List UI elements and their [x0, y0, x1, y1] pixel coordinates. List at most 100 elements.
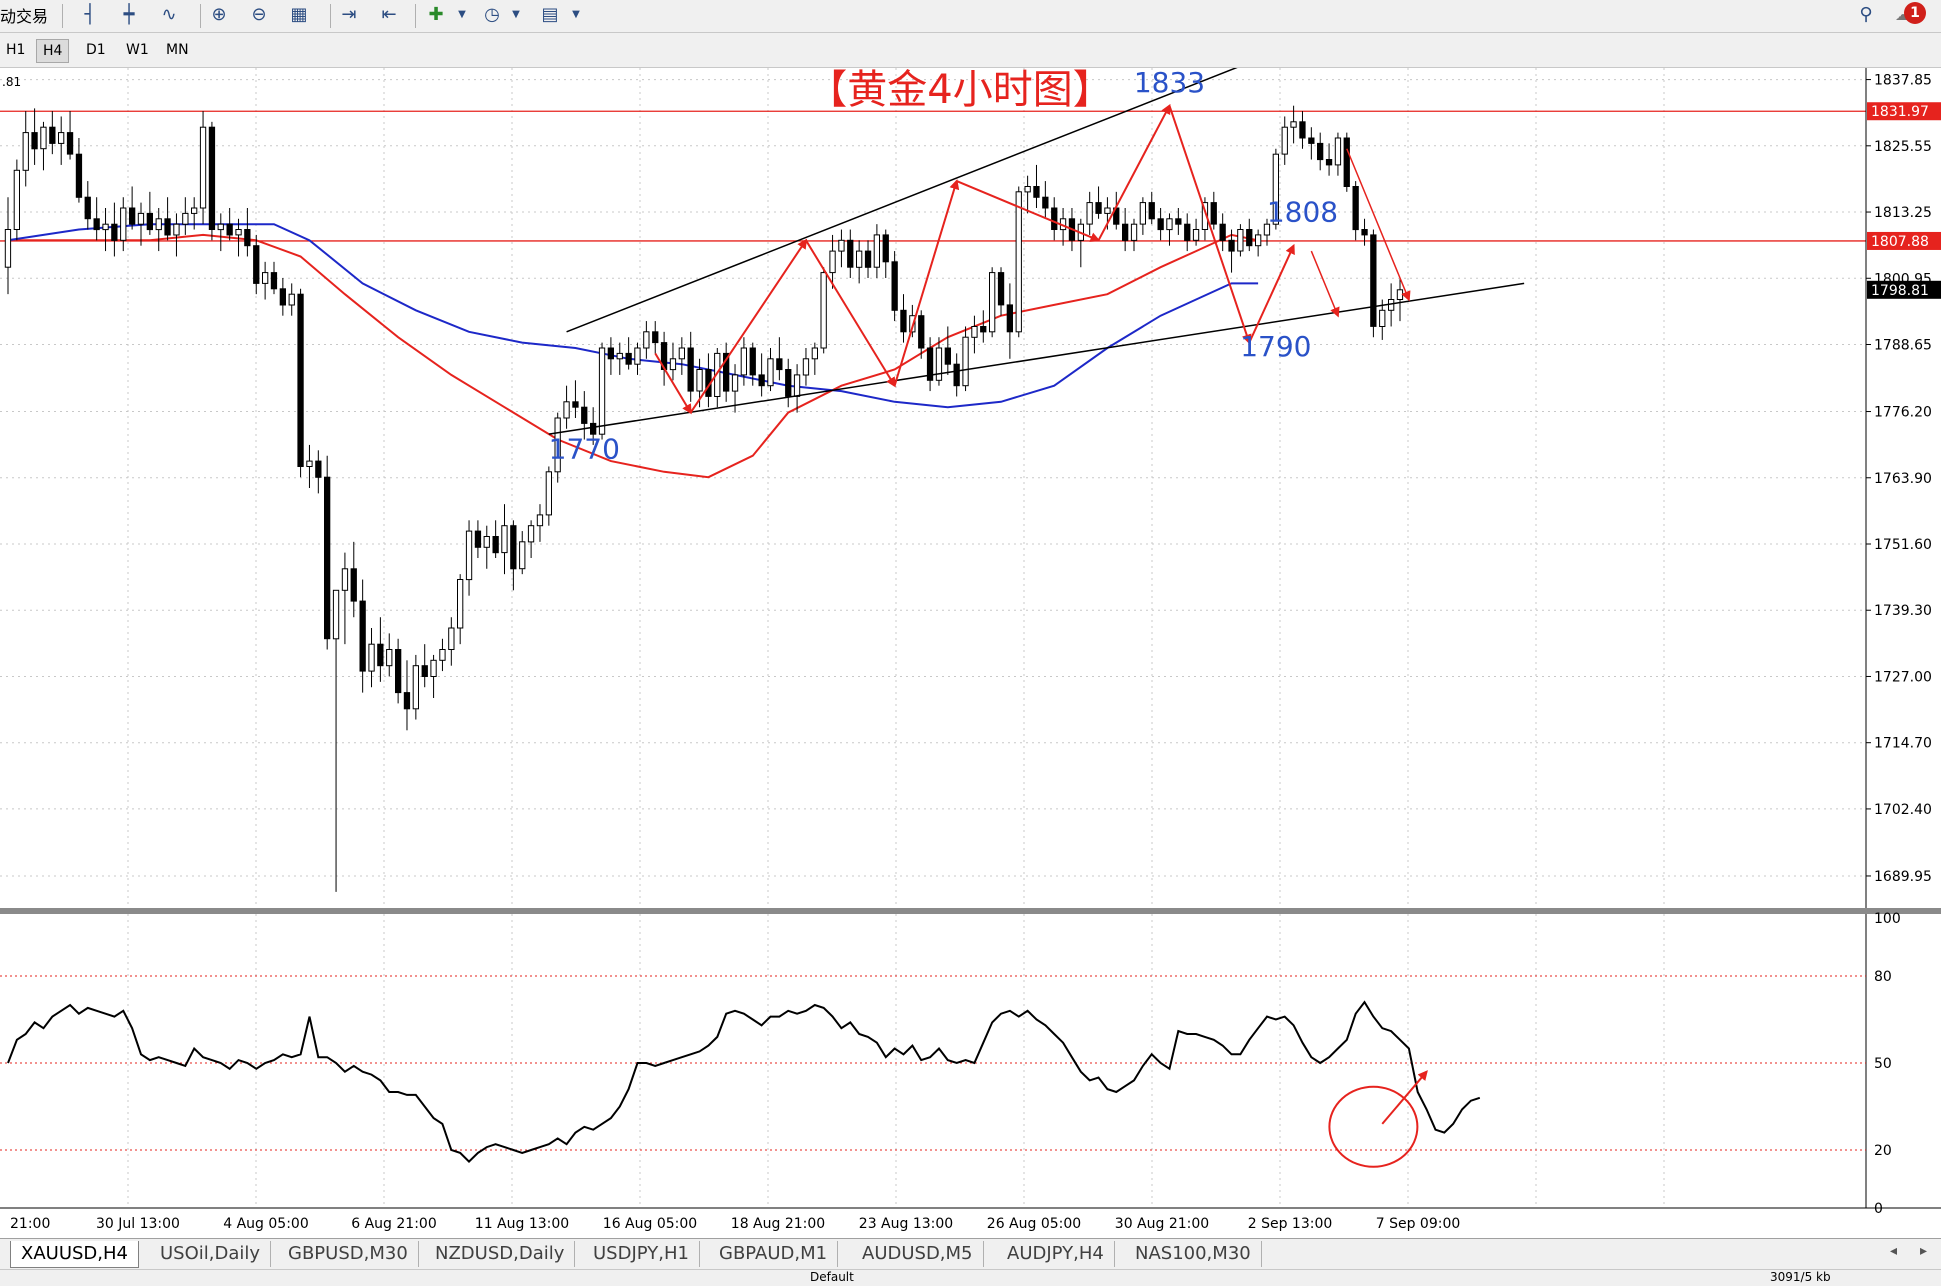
candle-body: [847, 239, 854, 268]
chart-shift-icon[interactable]: ⇤: [375, 2, 403, 28]
candle-body: [1219, 223, 1226, 241]
search-icon[interactable]: ⚲: [1852, 2, 1880, 28]
candle-body: [501, 525, 508, 554]
candle-body: [1024, 186, 1031, 193]
candle-body: [785, 369, 792, 397]
notification-badge[interactable]: 1: [1904, 2, 1926, 24]
candle-body: [332, 589, 340, 640]
candle-body: [1361, 229, 1368, 236]
indicators-icon[interactable]: ✚: [422, 2, 450, 28]
candle-body: [696, 369, 703, 392]
tab-audusd-m5[interactable]: AUDUSD,M5: [852, 1241, 984, 1267]
chart-area[interactable]: 【黄金4小时图】 1833 1808 1790 1770 .81 1837.85 1825.…: [0, 68, 1941, 1234]
candle-body: [421, 665, 428, 678]
candle-body: [306, 460, 313, 468]
candle-body: [740, 347, 748, 376]
timeframe-w1[interactable]: W1: [120, 39, 155, 61]
candle-body: [634, 347, 641, 365]
oscillator-axis-label: 80: [1874, 969, 1892, 985]
timeframe-d1[interactable]: D1: [80, 39, 112, 61]
candle-body: [1299, 121, 1306, 139]
chart-title: 【黄金4小时图】: [807, 68, 1112, 113]
bar-chart-icon[interactable]: ┤: [76, 2, 104, 28]
chevron-down-icon[interactable]: ▼: [502, 2, 530, 28]
timeframe-h1[interactable]: H1: [0, 39, 31, 61]
tab-gbpusd-m30[interactable]: GBPUSD,M30: [278, 1241, 419, 1267]
oscillator-axis-label: 100: [1874, 911, 1901, 927]
line-chart-icon[interactable]: ∿: [155, 2, 183, 28]
candle-body: [146, 212, 153, 231]
candle-body: [749, 347, 756, 376]
candle-body: [971, 326, 978, 338]
zoom-in-icon[interactable]: ⊕: [205, 2, 233, 28]
candle-body: [1122, 223, 1129, 241]
auto-trading-label[interactable]: 动交易: [0, 3, 48, 27]
time-label: 26 Aug 05:00: [987, 1216, 1081, 1232]
time-label: 2 Sep 13:00: [1248, 1216, 1333, 1232]
tab-gbpaud-m1[interactable]: GBPAUD,M1: [709, 1241, 839, 1267]
price-tick-label: 1727.00: [1874, 669, 1932, 685]
autoscroll-icon[interactable]: ⇥: [335, 2, 363, 28]
candle-body: [793, 374, 801, 397]
candle-body: [1006, 304, 1014, 333]
timeframe-mn[interactable]: MN: [160, 39, 195, 61]
tab-nzdusd-daily[interactable]: NZDUSD,Daily: [425, 1241, 576, 1267]
candle-body: [643, 331, 650, 349]
moving-average-red: [8, 233, 1259, 479]
time-label: 23 Aug 13:00: [859, 1216, 953, 1232]
templates-icon[interactable]: ▤: [536, 2, 564, 28]
candle-body: [731, 374, 739, 392]
candle-body: [492, 536, 499, 554]
timeframe-h4[interactable]: H4: [36, 39, 70, 63]
scroll-right-icon[interactable]: ▸: [1920, 1243, 1927, 1259]
candle-body: [1237, 229, 1244, 252]
candle-body: [536, 514, 544, 527]
candle-body: [510, 525, 517, 570]
candle-body: [891, 261, 898, 311]
candle-body: [1317, 142, 1324, 161]
candle-body: [767, 358, 774, 387]
candle-body: [820, 272, 827, 349]
oscillator-axis-label: 0: [1874, 1201, 1883, 1217]
candlestick-icon[interactable]: ┿: [115, 2, 143, 28]
candle-body: [1192, 229, 1200, 241]
candle-body: [173, 223, 180, 236]
candle-body: [262, 272, 269, 284]
price-label: 1807.88: [1871, 234, 1929, 250]
time-label: 7 Sep 09:00: [1376, 1216, 1461, 1232]
candle-body: [1130, 223, 1138, 241]
tab-xauusd-h4[interactable]: XAUUSD,H4: [10, 1241, 139, 1268]
status-bar: Default 3091/5 kb: [0, 1269, 1941, 1286]
scroll-left-icon[interactable]: ◂: [1890, 1243, 1897, 1259]
time-label: 21:00: [10, 1216, 50, 1232]
candle-body: [448, 627, 455, 650]
candle-body: [84, 196, 91, 220]
price-tick-label: 1776.20: [1874, 405, 1932, 421]
tab-nas100-m30[interactable]: NAS100,M30: [1125, 1241, 1262, 1267]
candle-body: [395, 649, 402, 694]
price-chart[interactable]: 【黄金4小时图】 1833 1808 1790 1770 .81 1837.85 1825.…: [0, 68, 1941, 1234]
tile-windows-icon[interactable]: ▦: [285, 2, 313, 28]
candle-body: [279, 288, 287, 306]
candle-body: [208, 126, 216, 231]
tab-usoil-daily[interactable]: USOil,Daily: [150, 1241, 272, 1267]
candle-body: [111, 223, 118, 241]
candle-body: [1308, 137, 1315, 144]
zoom-out-icon[interactable]: ⊖: [245, 2, 273, 28]
toolbar-separator: [62, 4, 63, 28]
candle-body: [1139, 202, 1146, 225]
toolbar-separator: [200, 4, 201, 28]
candle-body: [527, 525, 535, 543]
candle-body: [129, 207, 136, 225]
candle-body: [1042, 196, 1049, 209]
tab-audjpy-h4[interactable]: AUDJPY,H4: [997, 1241, 1115, 1267]
tab-usdjpy-h1[interactable]: USDJPY,H1: [583, 1241, 700, 1267]
timeframe-bar: H1 H4 D1 W1 MN: [0, 33, 1941, 68]
candle-body: [758, 374, 765, 387]
candle-body: [439, 649, 446, 661]
candle-body: [1379, 309, 1386, 328]
chevron-down-icon[interactable]: ▼: [562, 2, 590, 28]
candle-body: [457, 579, 464, 629]
candle-body: [572, 401, 579, 408]
chevron-down-icon[interactable]: ▼: [448, 2, 476, 28]
